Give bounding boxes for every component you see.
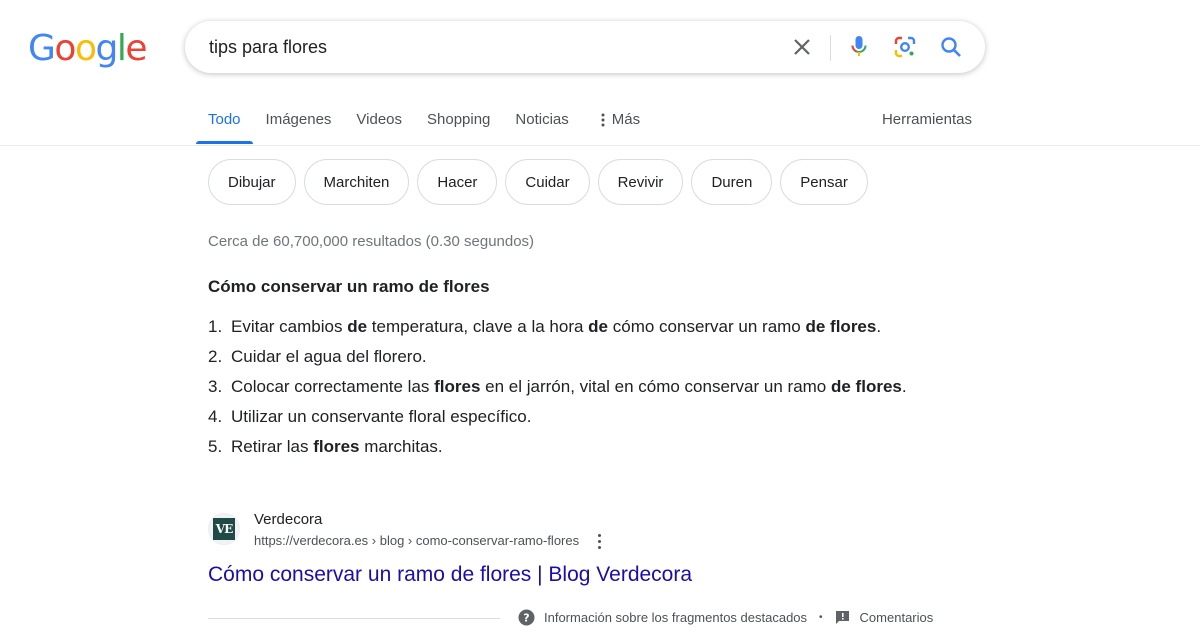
chip-pensar[interactable]: Pensar (780, 159, 868, 205)
tab-imagenes[interactable]: Imágenes (266, 108, 332, 144)
tab-videos[interactable]: Videos (356, 108, 402, 144)
about-snippets-link[interactable]: ? Información sobre los fragmentos desta… (518, 609, 807, 626)
snippet-list-item: 4. Utilizar un conservante floral específ… (208, 404, 948, 430)
snippet-footer: ? Información sobre los fragmentos desta… (518, 609, 933, 626)
feedback-icon (835, 611, 849, 624)
search-input[interactable] (209, 21, 769, 73)
logo-letter: o (74, 28, 97, 69)
bold-term: de (588, 317, 609, 336)
tab-noticias[interactable]: Noticias (515, 108, 568, 144)
site-url-row: https://verdecora.es › blog › como-conse… (254, 530, 605, 552)
tools-button[interactable]: Herramientas (882, 108, 972, 132)
footer-separator: • (819, 612, 823, 623)
logo-letter: g (95, 28, 118, 69)
text-fragment: . (901, 377, 907, 396)
bold-term: de flores (831, 377, 902, 396)
text-fragment: Evitar cambios (231, 317, 348, 336)
list-item-number: 2. (208, 347, 223, 366)
text-fragment: cómo conservar un ramo (608, 317, 806, 336)
list-item-text: Colocar correctamente las flores en el j… (231, 374, 948, 400)
close-icon[interactable] (788, 33, 816, 61)
chip-hacer[interactable]: Hacer (417, 159, 498, 205)
text-fragment: Colocar correctamente las (231, 377, 435, 396)
chip-marchiten[interactable]: Marchiten (303, 159, 410, 205)
feedback-link[interactable]: Comentarios (835, 610, 934, 625)
search-icon[interactable] (937, 33, 965, 61)
lens-icon[interactable] (891, 33, 919, 61)
snippet-list-item: 2. Cuidar el agua del florero. (208, 344, 948, 370)
tab-mas-label: Más (611, 111, 641, 128)
text-fragment: . (876, 317, 882, 336)
bold-term: de flores (805, 317, 877, 336)
snippet-list-item: 1. Evitar cambios de temperatura, clave a… (208, 314, 948, 340)
text-fragment: Retirar las (231, 437, 314, 456)
snippet-title: Cómo conservar un ramo de flores (208, 277, 490, 296)
chip-cuidar[interactable]: Cuidar (505, 159, 590, 205)
list-item-number: 4. (208, 407, 223, 426)
feedback-label: Comentarios (859, 610, 934, 625)
list-item-number: 1. (208, 317, 223, 336)
list-item-text: Cuidar el agua del florero. (231, 344, 948, 370)
search-box (185, 21, 985, 73)
bold-term: flores (313, 437, 360, 456)
list-item-text: Retirar las flores marchitas. (231, 434, 948, 460)
tab-shopping[interactable]: Shopping (427, 108, 490, 144)
logo-letter: o (54, 28, 76, 69)
result-title-link[interactable]: Cómo conservar un ramo de flores | Blog … (208, 562, 692, 588)
text-fragment: en el jarrón, vital en cómo conservar un… (480, 377, 831, 396)
snippet-list-item: 5. Retirar las flores marchitas. (208, 434, 948, 460)
chip-duren[interactable]: Duren (691, 159, 773, 205)
tabs-divider (0, 145, 1200, 146)
text-fragment: Cuidar el agua del florero. (231, 347, 427, 366)
result-stats: Cerca de 60,700,000 resultados (0.30 seg… (208, 233, 535, 250)
tab-mas[interactable]: Más (600, 108, 640, 144)
logo-letter: e (125, 28, 147, 69)
text-fragment: marchitas. (359, 437, 443, 456)
refinement-chips: Dibujar Marchiten Hacer Cuidar Revivir D… (208, 159, 868, 205)
site-url: https://verdecora.es › blog › como-conse… (254, 533, 580, 548)
more-options-icon[interactable] (593, 532, 605, 550)
about-snippets-label: Información sobre los fragmentos destaca… (544, 610, 808, 625)
list-item-text: Evitar cambios de temperatura, clave a l… (231, 314, 948, 340)
text-fragment: Utilizar un conservante floral específic… (231, 407, 532, 426)
list-item-number: 5. (208, 437, 223, 456)
help-icon: ? (518, 609, 535, 626)
list-item-text: Utilizar un conservante floral específic… (231, 404, 948, 430)
snippet-list-item: 3. Colocar correctamente las flores en el… (208, 374, 948, 400)
logo-letter: G (28, 28, 56, 69)
microphone-icon[interactable] (845, 33, 873, 61)
search-tabs: Todo Imágenes Videos Shopping Noticias M… (196, 108, 665, 146)
search-divider (830, 35, 831, 61)
list-item-number: 3. (208, 377, 223, 396)
bold-term: flores (434, 377, 481, 396)
footer-divider (208, 618, 500, 619)
chip-revivir[interactable]: Revivir (597, 159, 684, 205)
chip-dibujar[interactable]: Dibujar (208, 159, 296, 205)
site-name: Verdecora (254, 511, 323, 528)
svg-text:?: ? (523, 612, 529, 625)
snippet-list: 1. Evitar cambios de temperatura, clave a… (208, 314, 948, 464)
more-vert-icon (601, 113, 605, 127)
google-logo[interactable]: Google (28, 28, 147, 69)
text-fragment: temperatura, clave a la hora (367, 317, 589, 336)
bold-term: de (347, 317, 368, 336)
favicon-logo: VE (213, 518, 235, 540)
result-source[interactable]: VE Verdecora https://verdecora.es › blog… (208, 510, 605, 552)
site-favicon: VE (208, 513, 240, 545)
tab-todo[interactable]: Todo (196, 108, 252, 144)
